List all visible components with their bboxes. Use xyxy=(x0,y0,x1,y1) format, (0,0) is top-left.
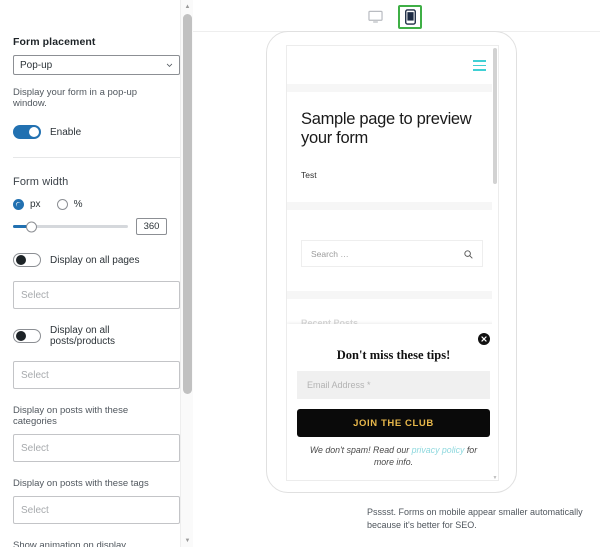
chevron-down-icon xyxy=(166,63,173,67)
enable-toggle-row[interactable]: Enable xyxy=(13,125,167,139)
section-band xyxy=(287,84,498,92)
search-placeholder: Search … xyxy=(311,248,349,259)
tags-select-input[interactable]: Select xyxy=(13,496,180,524)
display-all-pages-toggle[interactable] xyxy=(13,253,41,267)
scrollbar-thumb[interactable] xyxy=(493,48,497,184)
desktop-icon xyxy=(367,10,383,23)
form-width-value[interactable]: 360 xyxy=(136,218,167,235)
device-switcher xyxy=(364,5,422,29)
preview-page-subtitle: Test xyxy=(301,170,317,180)
unit-percent-label: % xyxy=(73,199,83,210)
unit-px-label: px xyxy=(30,199,41,210)
toggle-knob xyxy=(16,331,26,341)
section-band xyxy=(287,202,498,210)
enable-toggle-label: Enable xyxy=(50,126,82,138)
preview-page-title: Sample page to preview your form xyxy=(301,110,472,147)
preview-header xyxy=(287,46,498,84)
enable-toggle[interactable] xyxy=(13,125,41,139)
display-all-pages-row[interactable]: Display on all pages xyxy=(13,253,167,267)
privacy-policy-link[interactable]: privacy policy xyxy=(412,445,465,455)
phone-frame: Sample page to preview your form Test Se… xyxy=(266,31,517,493)
scroll-down-arrow[interactable]: ▼ xyxy=(181,534,193,547)
device-mobile-button[interactable] xyxy=(398,5,422,29)
scrollbar-thumb[interactable] xyxy=(183,14,192,394)
scroll-up-arrow[interactable]: ▲ xyxy=(181,0,193,13)
device-toolbar xyxy=(193,0,600,32)
disclaimer-pre: We don't spam! Read our xyxy=(309,445,412,455)
toggle-knob xyxy=(29,127,39,137)
popup-disclaimer: We don't spam! Read our privacy policy f… xyxy=(303,444,484,468)
form-width-label: Form width xyxy=(13,176,69,188)
popup-submit-button[interactable]: JOIN THE CLUB xyxy=(297,409,490,437)
form-placement-select[interactable]: Pop-up xyxy=(13,55,180,75)
form-width-slider-row[interactable]: 360 xyxy=(13,218,167,235)
mobile-icon xyxy=(404,9,416,25)
categories-select-input[interactable]: Select xyxy=(13,434,180,462)
toggle-knob xyxy=(16,255,26,265)
pages-select-input[interactable]: Select xyxy=(13,281,180,309)
display-all-pages-label: Display on all pages xyxy=(50,254,140,266)
form-width-slider[interactable] xyxy=(13,221,129,232)
posts-select-input[interactable]: Select xyxy=(13,361,180,389)
animation-label: Show animation on display xyxy=(13,540,127,547)
section-band xyxy=(287,291,498,299)
form-placement-value: Pop-up xyxy=(20,59,53,71)
slider-thumb[interactable] xyxy=(26,221,37,232)
display-all-posts-toggle[interactable] xyxy=(13,329,41,343)
hamburger-icon[interactable] xyxy=(473,60,486,74)
settings-scrollbar[interactable]: ▲ ▼ xyxy=(180,0,193,547)
form-width-unit-group[interactable]: px % xyxy=(13,199,167,210)
unit-percent-radio[interactable] xyxy=(56,199,68,210)
form-placement-helper: Display your form in a pop-up window. xyxy=(13,87,138,109)
popup-title: Don't miss these tips! xyxy=(336,348,451,362)
popup-email-field[interactable]: Email Address * xyxy=(297,371,490,399)
form-placement-label: Form placement xyxy=(13,36,96,48)
categories-label: Display on posts with these categories xyxy=(13,405,129,427)
display-all-posts-label: Display on all posts/products xyxy=(50,325,116,347)
phone-screen: Sample page to preview your form Test Se… xyxy=(286,45,499,481)
popup-close-button[interactable] xyxy=(478,333,490,345)
close-icon xyxy=(481,336,487,342)
tags-label: Display on posts with these tags xyxy=(13,478,149,489)
preview-caption: Psssst. Forms on mobile appear smaller a… xyxy=(367,507,583,530)
app-root: Form placement Pop-up Display your form … xyxy=(0,0,600,547)
popup-form: Don't miss these tips! Email Address * J… xyxy=(287,324,498,480)
search-icon[interactable] xyxy=(464,250,473,259)
scroll-down-arrow[interactable]: ▼ xyxy=(492,475,498,480)
settings-panel: Form placement Pop-up Display your form … xyxy=(0,0,193,547)
unit-px-radio[interactable] xyxy=(13,199,24,210)
preview-scrollbar[interactable]: ▼ xyxy=(492,46,498,480)
preview-search-box[interactable]: Search … xyxy=(301,240,483,267)
device-desktop-button[interactable] xyxy=(364,6,386,28)
display-all-posts-row[interactable]: Display on all posts/products xyxy=(13,325,167,347)
